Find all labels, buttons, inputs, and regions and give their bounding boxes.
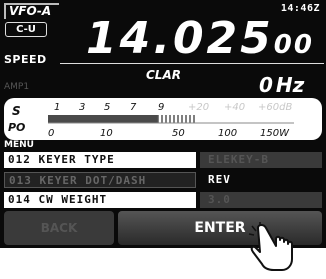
s-scale-1: 1 (54, 102, 60, 113)
meter-svg: S PO 1 3 5 7 9 +20 +40 +60dB 0 10 50 100… (8, 102, 294, 139)
menu-item-label: 013 KEYER DOT/DASH (4, 172, 196, 188)
menu-item-label: 012 KEYER TYPE (4, 152, 196, 168)
speed-label: SPEED (4, 53, 47, 66)
menu-item-012[interactable]: 012 KEYER TYPE ELEKEY-B (4, 152, 322, 168)
menu-header: MENU (4, 140, 34, 150)
speed-divider (60, 63, 324, 64)
s-scale-7: 7 (130, 102, 137, 113)
back-button[interactable]: BACK (4, 211, 114, 245)
po-scale-0: 0 (48, 128, 54, 139)
s-scale-plus40: +40 (224, 102, 245, 113)
s-scale-9: 9 (158, 102, 164, 113)
frequency-main: 14.025 (86, 13, 274, 64)
meter-bar (48, 115, 294, 124)
amp-label: AMP1 (4, 82, 30, 92)
menu-item-014[interactable]: 014 CW WEIGHT 3.0 (4, 192, 322, 208)
menu-item-value: ELEKEY-B (200, 152, 322, 168)
s-meter-label: S (12, 104, 21, 118)
po-scale-10: 10 (100, 128, 113, 139)
s-scale-5: 5 (104, 102, 110, 113)
po-scale-150w: 150W (260, 128, 290, 139)
clar-label: CLAR (146, 68, 181, 82)
meter-bar-ticks (157, 115, 195, 123)
s-scale-plus60: +60dB (258, 102, 292, 113)
mode-badge: C-U (5, 22, 47, 37)
clar-value: 0 (259, 73, 273, 97)
s-scale-3: 3 (79, 102, 85, 113)
po-scale-100: 100 (218, 128, 237, 139)
menu-item-value: REV (200, 172, 322, 188)
frequency-display: 14.02500 (86, 15, 314, 69)
pointing-hand-icon (248, 222, 300, 279)
po-scale-50: 50 (172, 128, 185, 139)
menu-item-value: 3.0 (200, 192, 322, 208)
s-scale-plus20: +20 (188, 102, 209, 113)
radio-display: VFO-A C-U 14:46Z 14.02500 SPEED CLAR AMP… (0, 0, 326, 248)
meter-bar-fill (48, 115, 158, 123)
meter-panel: S PO 1 3 5 7 9 +20 +40 +60dB 0 10 50 100… (4, 98, 322, 140)
frequency-sub: 00 (273, 30, 314, 60)
clar-offset: 0 Hz (256, 73, 304, 97)
menu-item-label: 014 CW WEIGHT (4, 192, 196, 208)
menu-item-013[interactable]: 013 KEYER DOT/DASH REV (4, 172, 322, 188)
po-meter-label: PO (8, 121, 25, 134)
vfo-indicator: VFO-A (4, 3, 59, 19)
clock: 14:46Z (280, 3, 320, 14)
clar-unit: Hz (275, 73, 305, 97)
